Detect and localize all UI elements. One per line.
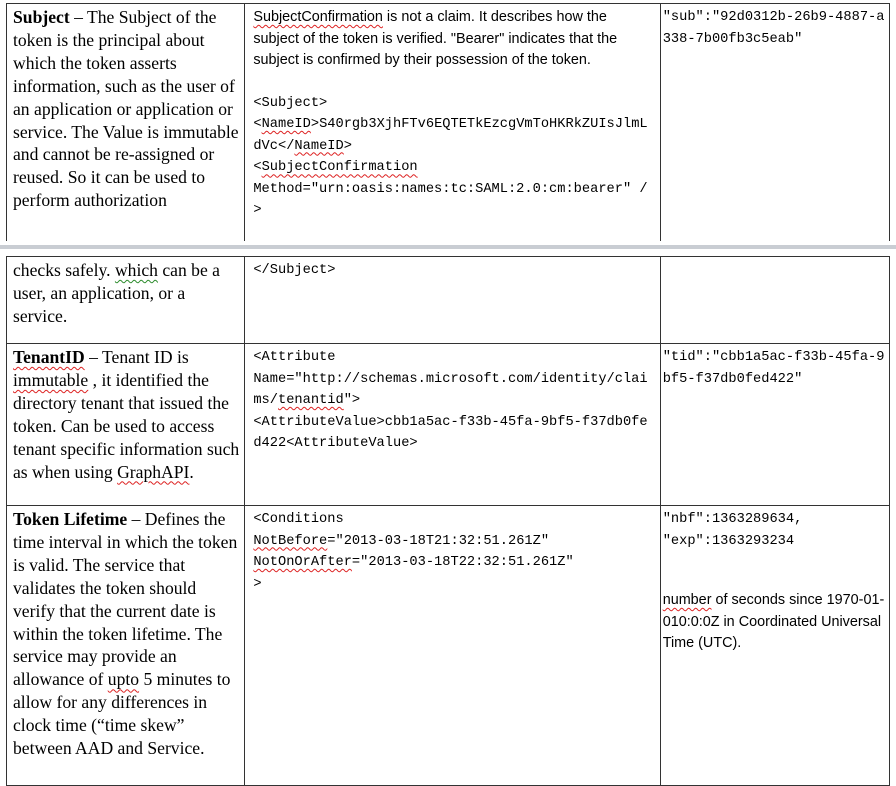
xml-nameid-line: <NameID>S40rgb3XjhFTv6EQTETkEzcgVmToHKRk… bbox=[253, 114, 655, 157]
subject-explanation: SubjectConfirmation is not a claim. It d… bbox=[253, 7, 655, 72]
lifetime-jwt-claims: "nbf":1363289634, "exp":1363293234 bbox=[663, 509, 887, 552]
tenant-description-cell: TenantID – Tenant ID is immutable , it i… bbox=[5, 343, 246, 506]
xml-lt: < bbox=[253, 160, 262, 176]
xml-subject-confirmation-tag: SubjectConfirmation bbox=[261, 160, 418, 176]
table-row-token-lifetime: Token Lifetime – Defines the time interv… bbox=[5, 505, 891, 786]
lifetime-jwt-note: number of seconds since 1970-01-010:0:0Z… bbox=[663, 590, 887, 655]
lifetime-description-cell: Token Lifetime – Defines the time interv… bbox=[5, 505, 246, 786]
lifetime-dash: – bbox=[127, 509, 145, 529]
page-break-gap bbox=[0, 241, 896, 257]
subject-continued-empty-cell bbox=[659, 256, 891, 344]
xml-conditions-close: > bbox=[253, 576, 262, 592]
xml-method-attribute: Method="urn:oasis:names:tc:SAML:2.0:cm:b… bbox=[253, 181, 648, 219]
xml-notbefore-value: ="2013-03-18T21:32:51.261Z" bbox=[327, 533, 550, 549]
xml-subject-open: <Subject> bbox=[253, 95, 328, 111]
lifetime-saml-cell: <Conditions NotBefore="2013-03-18T21:32:5… bbox=[244, 505, 661, 786]
page-break-divider bbox=[0, 245, 896, 249]
tenant-term: TenantID bbox=[13, 347, 85, 367]
subject-continued-text: checks safely. bbox=[13, 260, 115, 280]
subject-continued-cell: checks safely. which can be a user, an a… bbox=[5, 256, 246, 344]
lifetime-upto: upto bbox=[107, 669, 140, 690]
table-row-subject-continued: checks safely. which can be a user, an a… bbox=[5, 256, 891, 344]
xml-notbefore-line: NotBefore="2013-03-18T21:32:51.261Z" bbox=[253, 531, 655, 553]
lifetime-description: Defines the time interval in which the t… bbox=[13, 509, 238, 690]
subject-term: Subject bbox=[13, 7, 70, 27]
claims-table-top: Subject – The Subject of the token is th… bbox=[5, 3, 891, 242]
tenant-description-end: . bbox=[189, 461, 194, 482]
xml-attribute-value: <AttributeValue>cbb1a5ac-f33b-45fa-9bf5-… bbox=[253, 414, 648, 452]
jwt-note-number: number bbox=[662, 592, 712, 609]
xml-attribute-name-line: Name="http://schemas.microsoft.com/ident… bbox=[253, 369, 655, 412]
subject-jwt-claim: "sub":"92d0312b-26b9-4887-a338-7b00fb3c5… bbox=[662, 10, 885, 47]
subject-description: The Subject of the token is the principa… bbox=[13, 7, 239, 211]
xml-nameid-close-tag: NameID bbox=[294, 138, 344, 154]
xml-notonorafter-attr: NotOnOrAfter bbox=[253, 555, 352, 571]
lifetime-term: Token Lifetime bbox=[13, 509, 128, 529]
tenant-immutable: immutable bbox=[13, 369, 89, 390]
xml-gt: > bbox=[343, 138, 352, 154]
tenant-dash: – Tenant ID is bbox=[84, 347, 189, 367]
table-row-subject: Subject – The Subject of the token is th… bbox=[5, 3, 891, 242]
tenant-saml-cell: <Attribute Name="http://schemas.microsoft… bbox=[244, 343, 661, 506]
subject-description-cell: Subject – The Subject of the token is th… bbox=[5, 3, 246, 242]
xml-conditions-open: <Conditions bbox=[253, 512, 344, 527]
lifetime-jwt-cell: "nbf":1363289634, "exp":1363293234 number… bbox=[659, 505, 891, 786]
subject-confirmation-term: SubjectConfirmation bbox=[253, 9, 383, 25]
claims-table-bottom: checks safely. which can be a user, an a… bbox=[5, 256, 891, 786]
subject-saml-xml: <Subject> <NameID>S40rgb3XjhFTv6EQTETkEzc… bbox=[253, 93, 655, 223]
subject-dash: – bbox=[69, 7, 87, 27]
xml-notonorafter-value: ="2013-03-18T22:32:51.261Z" bbox=[351, 555, 574, 571]
xml-attribute-tenantid: tenantid bbox=[278, 393, 344, 409]
xml-nameid-tag: NameID bbox=[261, 117, 311, 133]
xml-notonorafter-line: NotOnOrAfter="2013-03-18T22:32:51.261Z" bbox=[253, 552, 655, 574]
subject-saml-cell: SubjectConfirmation is not a claim. It d… bbox=[244, 3, 661, 242]
subject-continued-which: which bbox=[114, 260, 158, 280]
tenant-jwt-cell: "tid":"cbb1a5ac-f33b-45fa-9bf5-f37db0fed… bbox=[659, 343, 891, 506]
xml-attribute-name-end: "> bbox=[343, 393, 361, 409]
jwt-nbf-claim: "nbf":1363289634, bbox=[662, 512, 803, 527]
tenant-jwt-claim: "tid":"cbb1a5ac-f33b-45fa-9bf5-f37db0fed… bbox=[662, 350, 885, 387]
tenant-graphapi: GraphAPI bbox=[117, 461, 190, 482]
subject-jwt-cell: "sub":"92d0312b-26b9-4887-a338-7b00fb3c5… bbox=[659, 3, 891, 242]
xml-lt: < bbox=[253, 117, 262, 133]
jwt-exp-claim: "exp":1363293234 bbox=[662, 533, 795, 549]
xml-subject-confirmation-line: <SubjectConfirmation Method="urn:oasis:na… bbox=[253, 157, 655, 222]
subject-close-cell: </Subject> bbox=[244, 256, 661, 344]
xml-notbefore-attr: NotBefore bbox=[253, 533, 328, 549]
xml-subject-close: </Subject> bbox=[253, 263, 336, 278]
xml-attribute-open: <Attribute bbox=[253, 350, 336, 365]
table-row-tenantid: TenantID – Tenant ID is immutable , it i… bbox=[5, 343, 891, 506]
